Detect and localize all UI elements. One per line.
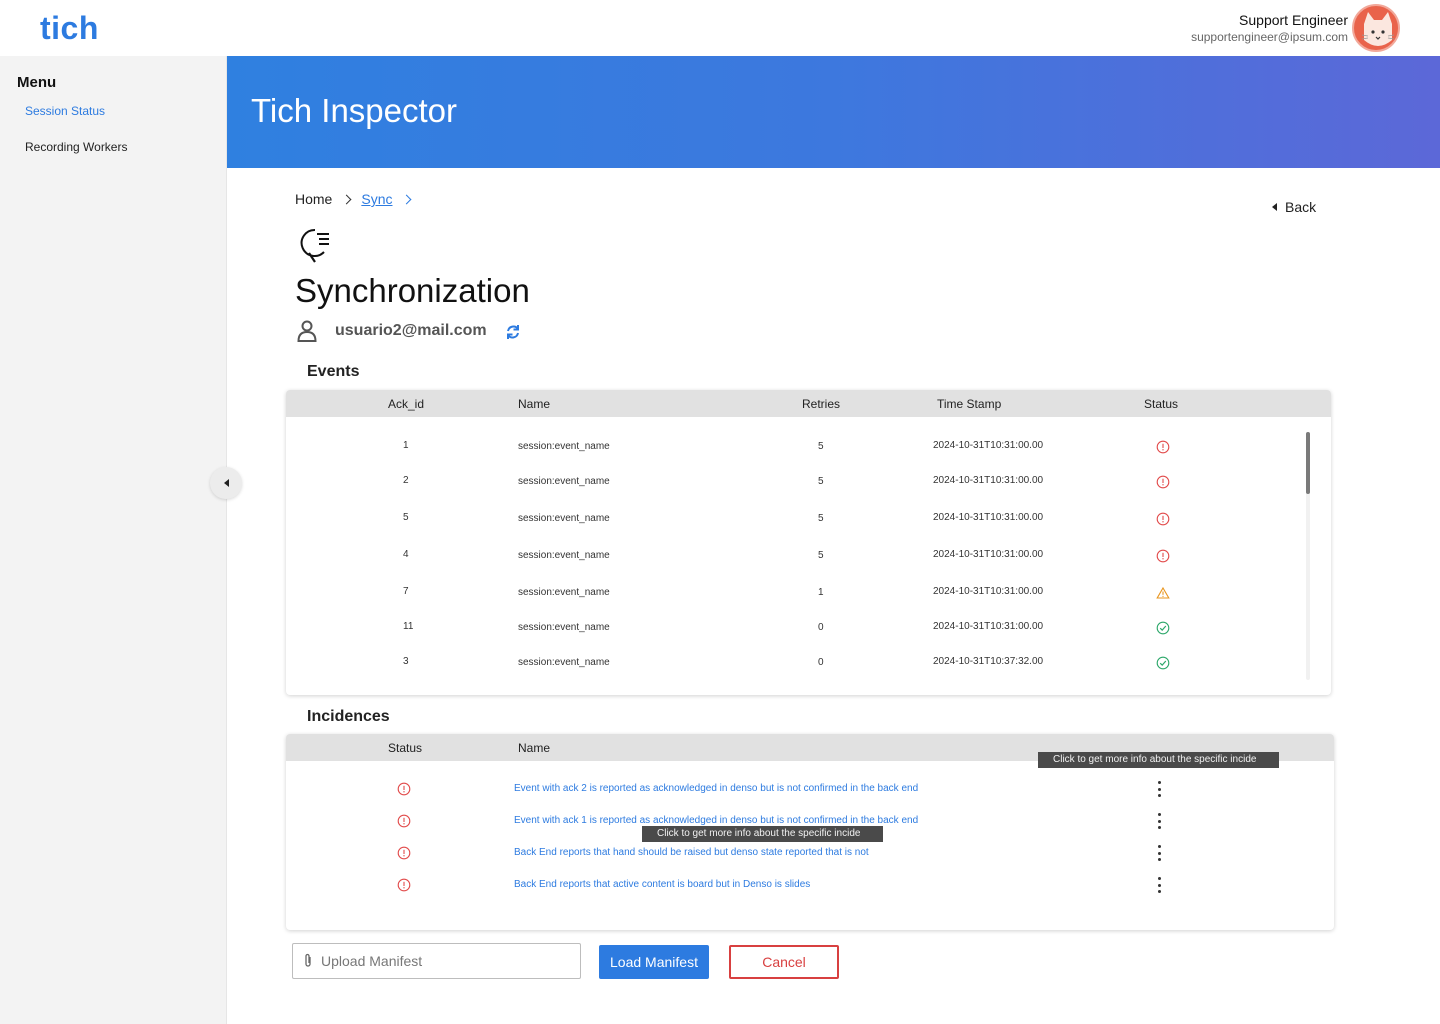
cell-timestamp: 2024-10-31T10:31:00.00: [933, 586, 1044, 597]
cell-ack-id: 4: [403, 549, 409, 560]
error-circle-icon: [397, 878, 411, 892]
chevron-right-icon: [341, 194, 352, 204]
cancel-button[interactable]: Cancel: [729, 945, 839, 979]
error-circle-icon: [1156, 512, 1170, 526]
incidences-title: Incidences: [307, 708, 390, 725]
cell-name: session:event_name: [518, 441, 610, 452]
column-header-name[interactable]: Name: [518, 741, 550, 755]
cell-name: session:event_name: [518, 657, 610, 668]
session-user-email: usuario2@mail.com: [335, 322, 487, 339]
column-header-retries[interactable]: Retries: [802, 397, 840, 411]
cell-timestamp: 2024-10-31T10:31:00.00: [933, 475, 1044, 486]
upload-manifest-input[interactable]: [321, 953, 561, 969]
more-options-icon[interactable]: [1157, 781, 1161, 797]
warning-triangle-icon: [1156, 586, 1170, 600]
cell-ack-id: 5: [403, 512, 409, 523]
column-header-timestamp[interactable]: Time Stamp: [937, 397, 1001, 411]
incidence-link[interactable]: Event with ack 1 is reported as acknowle…: [514, 815, 918, 826]
cell-ack-id: 2: [403, 475, 409, 486]
user-email: supportengineer@ipsum.com: [1191, 30, 1348, 44]
error-circle-icon: [397, 846, 411, 860]
error-circle-icon: [1156, 440, 1170, 454]
error-circle-icon: [397, 782, 411, 796]
cell-timestamp: 2024-10-31T10:31:00.00: [933, 549, 1044, 560]
sidebar-item-session-status[interactable]: Session Status: [25, 104, 105, 118]
cell-retries: 1: [818, 587, 824, 598]
cell-timestamp: 2024-10-31T10:31:00.00: [933, 512, 1044, 523]
tich-logo[interactable]: tich: [40, 10, 99, 47]
column-header-name[interactable]: Name: [518, 397, 550, 411]
paperclip-icon: [305, 953, 311, 967]
load-manifest-button[interactable]: Load Manifest: [599, 945, 709, 979]
incidence-link[interactable]: Back End reports that hand should be rai…: [514, 847, 869, 858]
error-circle-icon: [397, 814, 411, 828]
chevron-right-icon: [402, 194, 412, 204]
events-title: Events: [307, 363, 360, 380]
cell-retries: 5: [818, 441, 824, 452]
cell-retries: 5: [818, 513, 824, 524]
cell-ack-id: 7: [403, 586, 409, 597]
upload-manifest-field[interactable]: [292, 943, 581, 979]
cell-retries: 0: [818, 657, 824, 668]
breadcrumb-sync[interactable]: Sync: [361, 191, 392, 207]
sidebar: Menu Session Status Recording Workers: [0, 56, 227, 1024]
column-header-status[interactable]: Status: [388, 741, 422, 755]
collapse-sidebar-button[interactable]: [210, 467, 242, 499]
cell-name: session:event_name: [518, 550, 610, 561]
cat-avatar-icon: [1361, 12, 1395, 46]
cell-ack-id: 1: [403, 440, 409, 451]
cell-name: session:event_name: [518, 587, 610, 598]
caret-left-icon: [223, 479, 229, 487]
events-table-header: Ack_id Name Retries Time Stamp Status: [286, 390, 1331, 417]
cell-ack-id: 11: [403, 621, 414, 632]
cell-name: session:event_name: [518, 622, 610, 633]
incidence-link[interactable]: Back End reports that active content is …: [514, 879, 810, 890]
more-options-icon[interactable]: [1157, 877, 1161, 893]
cell-name: session:event_name: [518, 476, 610, 487]
incidences-table: Status Name Event with ack 2 is reported…: [286, 734, 1334, 930]
breadcrumb: Home Sync: [295, 191, 413, 207]
check-circle-icon: [1156, 621, 1170, 635]
cell-timestamp: 2024-10-31T10:31:00.00: [933, 440, 1044, 451]
banner-title: Tich Inspector: [251, 92, 458, 129]
error-circle-icon: [1156, 549, 1170, 563]
back-button[interactable]: Back: [1272, 199, 1316, 215]
sidebar-item-recording-workers[interactable]: Recording Workers: [25, 140, 127, 154]
user-info: Support Engineer supportengineer@ipsum.c…: [1191, 11, 1348, 45]
cell-retries: 5: [818, 550, 824, 561]
caret-left-icon: [1272, 203, 1277, 211]
back-label: Back: [1285, 199, 1317, 215]
cell-timestamp: 2024-10-31T10:31:00.00: [933, 621, 1044, 632]
search-list-icon: [300, 228, 329, 263]
cell-ack-id: 3: [403, 656, 409, 667]
cell-retries: 5: [818, 476, 824, 487]
kebab-tooltip: Click to get more info about the specifi…: [1038, 752, 1279, 768]
session-user: usuario2@mail.com: [297, 320, 487, 342]
error-circle-icon: [1156, 475, 1170, 489]
user-icon: [297, 320, 317, 342]
page-title: Synchronization: [295, 272, 530, 309]
user-name: Support Engineer: [1239, 12, 1348, 28]
events-table: Ack_id Name Retries Time Stamp Status 1 s…: [286, 390, 1331, 695]
events-scrollbar-thumb[interactable]: [1306, 432, 1310, 494]
column-header-ack-id[interactable]: Ack_id: [388, 397, 424, 411]
top-bar: tich Support Engineer supportengineer@ip…: [0, 0, 1440, 56]
cell-retries: 0: [818, 622, 824, 633]
cell-timestamp: 2024-10-31T10:37:32.00: [933, 656, 1044, 667]
cell-name: session:event_name: [518, 513, 610, 524]
kebab-tooltip-text: Click to get more info about the specifi…: [1053, 754, 1257, 765]
incidence-link[interactable]: Event with ack 2 is reported as acknowle…: [514, 783, 918, 794]
name-tooltip: Click to get more info about the specifi…: [642, 826, 883, 842]
check-circle-icon: [1156, 656, 1170, 670]
name-tooltip-text: Click to get more info about the specifi…: [657, 828, 861, 839]
menu-title: Menu: [17, 74, 57, 91]
avatar[interactable]: [1352, 4, 1400, 52]
column-header-status[interactable]: Status: [1144, 397, 1178, 411]
more-options-icon[interactable]: [1157, 845, 1161, 861]
more-options-icon[interactable]: [1157, 813, 1161, 829]
page-banner: Tich Inspector: [227, 56, 1440, 168]
breadcrumb-home[interactable]: Home: [295, 191, 332, 207]
sync-icon[interactable]: [504, 323, 522, 341]
